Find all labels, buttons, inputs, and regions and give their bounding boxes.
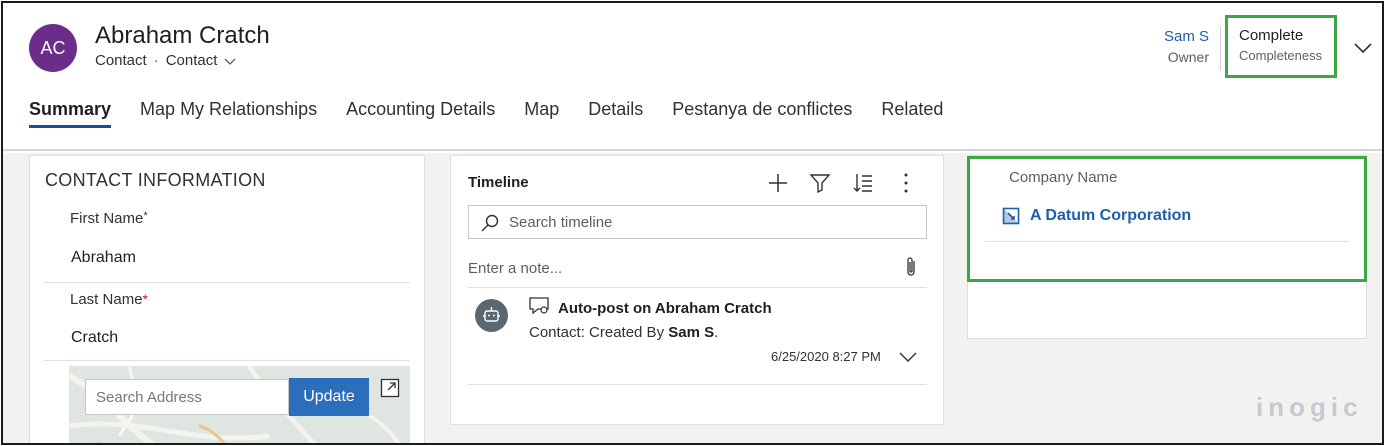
owner-field[interactable]: Sam S Owner	[1153, 28, 1209, 65]
owner-label: Owner	[1167, 49, 1209, 65]
header-expand-chevron-icon[interactable]	[1353, 41, 1373, 55]
expand-post-chevron-icon[interactable]	[899, 351, 917, 363]
completeness-field: Complete Completeness	[1225, 15, 1337, 78]
record-avatar: AC	[29, 24, 77, 72]
timeline-divider	[468, 287, 927, 288]
system-post-avatar	[475, 299, 508, 332]
timeline-title: Timeline	[468, 174, 529, 191]
last-name-label: Last Name*	[70, 291, 148, 308]
field-divider	[44, 360, 410, 361]
record-header: AC Abraham Cratch Contact · Contact Sam …	[3, 3, 1382, 151]
add-icon[interactable]	[767, 172, 789, 194]
account-lookup-icon	[1002, 207, 1020, 225]
tab-details[interactable]: Details	[588, 99, 643, 128]
tab-pestanya-de-conflictes[interactable]: Pestanya de conflictes	[672, 99, 852, 128]
search-icon	[481, 214, 499, 232]
tab-related[interactable]: Related	[881, 99, 943, 128]
tab-summary[interactable]: Summary	[29, 99, 112, 128]
owner-name[interactable]: Sam S	[1153, 28, 1209, 45]
form-name: Contact	[165, 52, 218, 69]
tab-map-my-relationships[interactable]: Map My Relationships	[140, 99, 317, 128]
entity-name: Contact	[95, 52, 147, 69]
timeline-panel: Timeline Search timeline Enter a note...…	[450, 155, 944, 425]
post-timestamp: 6/25/2020 8:27 PM	[771, 349, 881, 364]
timeline-search-input[interactable]: Search timeline	[509, 214, 612, 231]
post-body: Contact: Created By Sam S.	[529, 324, 719, 341]
update-button[interactable]: Update	[289, 378, 369, 416]
sort-list-icon[interactable]	[852, 172, 874, 194]
company-name-label: Company Name	[1009, 169, 1118, 186]
required-marker: *	[142, 291, 148, 307]
chevron-down-icon	[224, 58, 236, 65]
address-map[interactable]: Search Address Update	[69, 366, 410, 443]
post-title[interactable]: Auto-post on Abraham Cratch	[558, 300, 772, 317]
record-subtitle: Contact · Contact	[95, 52, 237, 69]
more-options-icon[interactable]	[895, 172, 917, 194]
last-name-field[interactable]: Cratch	[71, 329, 118, 347]
attachment-icon[interactable]	[902, 256, 920, 278]
first-name-field[interactable]: Abraham	[71, 249, 136, 267]
field-divider	[44, 282, 410, 283]
post-icon	[529, 297, 549, 315]
separator-dot: ·	[153, 52, 159, 69]
post-user: Sam S	[668, 324, 715, 341]
brand-watermark: inogic	[1256, 392, 1363, 422]
filter-icon[interactable]	[809, 172, 831, 194]
company-name-link[interactable]: A Datum Corporation	[1030, 207, 1191, 225]
company-divider	[985, 241, 1349, 242]
first-name-label: First Name*	[70, 210, 148, 227]
tab-accounting-details[interactable]: Accounting Details	[346, 99, 495, 128]
fullscreen-icon[interactable]	[380, 378, 400, 398]
screenshot-frame: AC Abraham Cratch Contact · Contact Sam …	[1, 1, 1384, 445]
contact-information-section: CONTACT INFORMATION First Name* Abraham …	[29, 155, 425, 443]
timeline-divider	[468, 384, 927, 385]
header-divider	[1220, 27, 1221, 71]
form-tabs: Summary Map My Relationships Accounting …	[29, 99, 972, 128]
completeness-value: Complete	[1239, 27, 1304, 44]
completeness-label: Completeness	[1239, 48, 1323, 63]
note-input[interactable]: Enter a note...	[468, 260, 562, 277]
recommended-marker: *	[143, 210, 148, 222]
form-selector[interactable]: Contact	[166, 52, 238, 69]
record-title: Abraham Cratch	[95, 22, 270, 49]
timeline-search-box[interactable]: Search timeline	[468, 205, 927, 239]
section-title: CONTACT INFORMATION	[45, 170, 266, 190]
search-address-input[interactable]: Search Address	[85, 379, 289, 415]
tab-map[interactable]: Map	[524, 99, 559, 128]
robot-icon	[483, 307, 500, 322]
